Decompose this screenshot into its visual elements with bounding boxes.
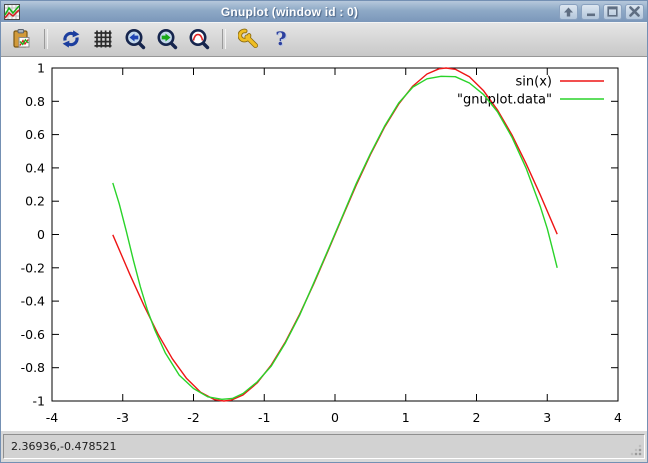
- x-tick-label: 4: [614, 410, 622, 425]
- toolbar-separator: [222, 29, 226, 49]
- y-tick-label: 0.8: [25, 94, 45, 109]
- coordinate-readout-field: 2.36936,-0.478521: [3, 434, 645, 459]
- zoom-previous-button[interactable]: [121, 25, 149, 53]
- options-button[interactable]: [235, 25, 263, 53]
- plot-area[interactable]: -4 -3 -2 -1 0 1 2 3 4 -1 -0.8 -0.6 -0.4 -0.2 0 0.2 0.4 0.…: [1, 57, 641, 428]
- mouse-coordinates: 2.36936,-0.478521: [11, 440, 117, 453]
- close-icon: [629, 6, 640, 17]
- legend-label-gnuplot-data-curve: "gnuplot.data": [457, 93, 552, 108]
- x-tick-label: 1: [402, 410, 410, 425]
- toolbar: ?: [1, 22, 647, 57]
- grid-icon: [94, 30, 112, 48]
- minimize-icon: [586, 13, 595, 16]
- toolbar-separator: [44, 29, 48, 49]
- copy-to-clipboard-button[interactable]: [7, 25, 35, 53]
- replot-button[interactable]: [57, 25, 85, 53]
- legend-label-sin-curve: sin(x): [516, 75, 552, 90]
- y-tick-label: 0.2: [25, 194, 45, 209]
- x-tick-label: 2: [473, 410, 481, 425]
- y-tick-label: 0.6: [25, 127, 45, 142]
- autoscale-icon: [189, 29, 210, 50]
- maximize-button[interactable]: [603, 3, 622, 20]
- wrench-options-icon: [238, 28, 258, 48]
- resize-grip[interactable]: [630, 444, 642, 456]
- y-tick-label: 0: [37, 227, 45, 242]
- window-title: Gnuplot (window id : 0): [220, 4, 359, 19]
- zoom-previous-icon: [125, 29, 146, 50]
- shade-button[interactable]: [559, 3, 578, 20]
- x-tick-label: -1: [258, 410, 270, 425]
- x-tick-label: -3: [117, 410, 129, 425]
- plot-canvas[interactable]: -4 -3 -2 -1 0 1 2 3 4 -1 -0.8 -0.6 -0.4 -0.2 0 0.2 0.4 0.…: [1, 57, 647, 431]
- replot-refresh-icon: [62, 30, 80, 48]
- gnuplot-app-icon: [4, 3, 20, 20]
- status-bar: 2.36936,-0.478521: [1, 431, 647, 462]
- y-tick-label: -1: [33, 394, 45, 409]
- y-tick-label: 0.4: [25, 160, 45, 175]
- help-icon: ?: [275, 27, 287, 50]
- copy-to-clipboard-icon: [13, 29, 30, 48]
- autoscale-button[interactable]: [185, 25, 213, 53]
- zoom-next-icon: [157, 29, 178, 50]
- help-button[interactable]: ?: [267, 25, 295, 53]
- gnuplot-data-curve: [112, 75, 558, 400]
- toggle-grid-button[interactable]: [89, 25, 117, 53]
- y-tick-label: -0.6: [21, 327, 45, 342]
- y-tick-label: 1: [37, 61, 45, 76]
- y-tick-label: -0.4: [21, 294, 45, 309]
- x-tick-label: -2: [187, 410, 199, 425]
- y-tick-label: -0.8: [21, 360, 45, 375]
- shade-up-arrow-icon: [564, 7, 573, 16]
- minimize-button[interactable]: [581, 3, 600, 20]
- close-button[interactable]: [625, 3, 644, 20]
- x-tick-label: 3: [543, 410, 551, 425]
- title-bar[interactable]: Gnuplot (window id : 0): [1, 1, 647, 22]
- x-tick-label: 0: [331, 410, 339, 425]
- zoom-next-button[interactable]: [153, 25, 181, 53]
- x-tick-label: -4: [46, 410, 59, 425]
- maximize-icon: [607, 6, 618, 17]
- gnuplot-window: Gnuplot (window id : 0) ? -4 -3 -2 -1 0 …: [0, 0, 648, 463]
- y-tick-label: -0.2: [21, 260, 45, 275]
